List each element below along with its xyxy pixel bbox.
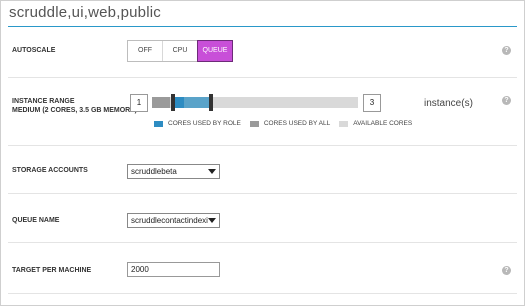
divider — [8, 145, 517, 146]
instance-range-label: INSTANCE RANGE MEDIUM (2 CORES, 3.5 GB M… — [12, 97, 137, 115]
instance-range-title: INSTANCE RANGE — [12, 98, 75, 105]
autoscale-toggle: OFF CPU QUEUE — [127, 40, 233, 62]
title-divider — [8, 26, 517, 27]
storage-account-select[interactable]: scruddlebeta — [127, 164, 220, 179]
page-title: scruddle,ui,web,public — [9, 4, 161, 21]
autoscale-option-cpu[interactable]: CPU — [163, 41, 198, 61]
chevron-down-icon — [208, 169, 216, 174]
divider — [8, 77, 517, 78]
divider — [8, 193, 517, 194]
target-help-icon[interactable]: ? — [502, 266, 511, 275]
queue-name-select[interactable]: scruddlecontactindexi — [127, 213, 220, 228]
instance-min-box[interactable]: 1 — [130, 94, 148, 112]
chevron-down-icon — [208, 218, 216, 223]
cores-used-by-all-bar — [152, 97, 170, 108]
instance-range-help-icon[interactable]: ? — [502, 96, 511, 105]
instance-size-label: MEDIUM (2 CORES, 3.5 GB MEMORY) — [12, 107, 137, 114]
storage-accounts-label: STORAGE ACCOUNTS — [12, 167, 88, 174]
legend-all-label: CORES USED BY ALL — [263, 120, 331, 127]
instance-range-slider[interactable] — [152, 97, 358, 108]
legend-role-swatch — [154, 120, 163, 127]
queue-name-value: scruddlecontactindexi — [131, 216, 208, 225]
target-per-machine-label: TARGET PER MACHINE — [12, 267, 92, 274]
divider — [8, 293, 517, 294]
legend-role-label: CORES USED BY ROLE — [168, 120, 241, 127]
queue-name-label: QUEUE NAME — [12, 217, 60, 224]
legend-available-swatch — [339, 120, 349, 127]
range-max-handle[interactable] — [209, 94, 213, 111]
autoscale-option-queue[interactable]: QUEUE — [197, 40, 233, 62]
window-frame — [0, 0, 525, 306]
range-min-handle[interactable] — [171, 94, 175, 111]
autoscale-help-icon[interactable]: ? — [502, 46, 511, 55]
storage-account-value: scruddlebeta — [131, 167, 177, 176]
autoscale-option-off[interactable]: OFF — [128, 41, 163, 61]
cores-used-by-role-fill — [174, 97, 184, 108]
autoscale-label: AUTOSCALE — [12, 47, 56, 54]
legend-available-label: AVAILABLE CORES — [353, 120, 413, 127]
cores-legend: CORES USED BY ROLE CORES USED BY ALL AVA… — [154, 119, 421, 128]
legend-all-swatch — [249, 120, 259, 127]
instance-unit-label: instance(s) — [424, 98, 473, 109]
divider — [8, 242, 517, 243]
target-per-machine-input[interactable] — [127, 262, 220, 277]
instance-max-box[interactable]: 3 — [363, 94, 381, 112]
